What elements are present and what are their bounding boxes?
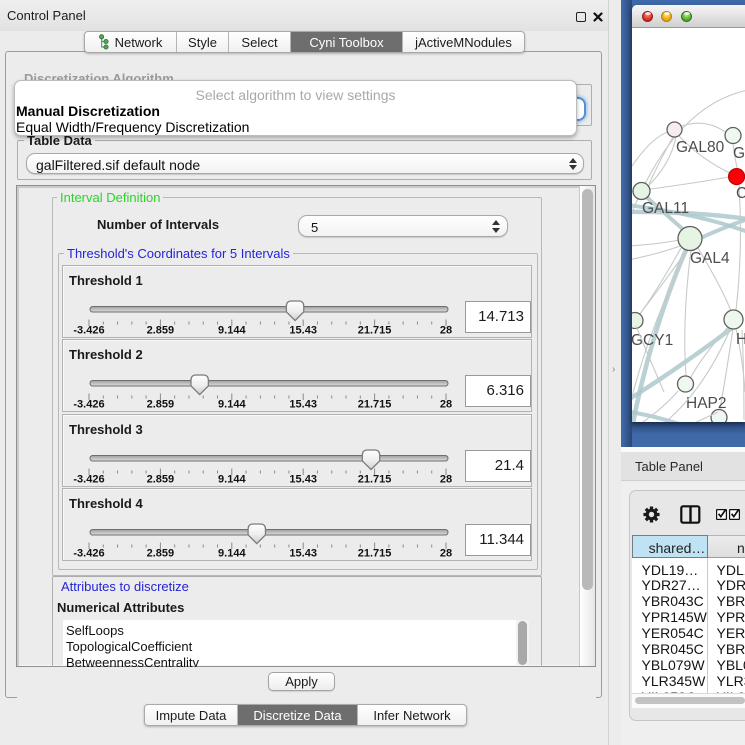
svg-text:21.715: 21.715 (358, 547, 392, 559)
svg-text:21.715: 21.715 (358, 473, 392, 485)
svg-text:GAL80: GAL80 (676, 139, 725, 156)
svg-text:28: 28 (440, 325, 452, 337)
svg-text:CAF4: CAF4 (736, 185, 745, 202)
svg-text:9.144: 9.144 (218, 399, 246, 411)
svg-text:2.859: 2.859 (147, 325, 175, 337)
svg-text:-3.426: -3.426 (73, 473, 104, 485)
svg-text:-3.426: -3.426 (73, 325, 104, 337)
svg-text:28: 28 (440, 473, 452, 485)
svg-text:GAL4: GAL4 (690, 250, 730, 267)
svg-text:GAL3: GAL3 (733, 145, 745, 162)
svg-text:15.43: 15.43 (289, 399, 317, 411)
svg-text:15.43: 15.43 (289, 547, 317, 559)
svg-text:-3.426: -3.426 (73, 547, 104, 559)
svg-text:28: 28 (440, 399, 452, 411)
svg-text:2.859: 2.859 (147, 399, 175, 411)
svg-text:9.144: 9.144 (218, 325, 246, 337)
svg-text:2.859: 2.859 (147, 547, 175, 559)
svg-text:-3.426: -3.426 (73, 399, 104, 411)
svg-text:15.43: 15.43 (289, 473, 317, 485)
svg-text:9.144: 9.144 (218, 473, 246, 485)
svg-text:GCY1: GCY1 (632, 332, 673, 349)
svg-text:GAL11: GAL11 (642, 200, 689, 217)
svg-text:2.859: 2.859 (147, 473, 175, 485)
svg-text:15.43: 15.43 (289, 325, 317, 337)
svg-text:HAP2: HAP2 (686, 395, 727, 412)
svg-text:9.144: 9.144 (218, 547, 246, 559)
svg-text:HIS4: HIS4 (736, 331, 745, 348)
svg-text:21.715: 21.715 (358, 399, 392, 411)
svg-text:28: 28 (440, 547, 452, 559)
svg-text:21.715: 21.715 (358, 325, 392, 337)
